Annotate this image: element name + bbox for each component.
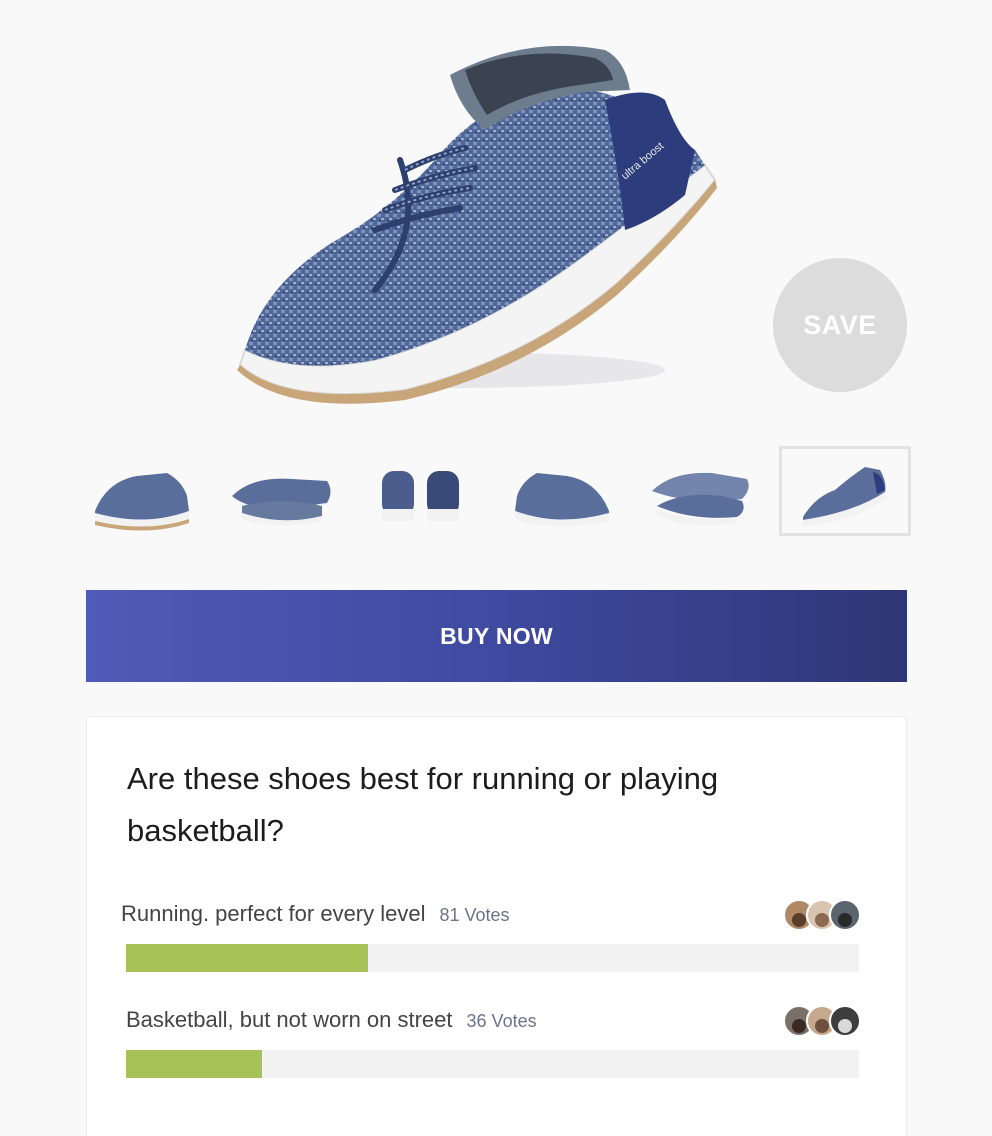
poll-option-label: Basketball, but not worn on street 36 Vot… [126, 1007, 537, 1033]
buy-now-button[interactable]: BUY NOW [86, 590, 907, 682]
sneaker-image: ultra boost [237, 45, 717, 404]
thumbnail-inner-view[interactable] [496, 446, 628, 536]
voter-avatars [783, 1005, 861, 1037]
poll-card: Are these shoes best for running or play… [86, 716, 907, 1136]
poll-progress-track [126, 944, 859, 972]
thumbnail-pair-view[interactable] [636, 446, 768, 536]
save-button[interactable]: SAVE [773, 258, 907, 392]
voter-avatars [783, 899, 861, 931]
thumbnail-top-view[interactable] [216, 446, 348, 536]
poll-question: Are these shoes best for running or play… [127, 761, 719, 848]
vote-count: 36 Votes [466, 1011, 537, 1031]
thumbnail-strip [76, 446, 916, 536]
poll-option-label: Running. perfect for every level 81 Votes [121, 901, 510, 927]
product-hero: ultra boost SAVE [0, 0, 992, 430]
thumbnail-angle-view[interactable] [779, 446, 911, 536]
poll-option-text: Running. perfect for every level [121, 901, 426, 926]
poll-progress-fill [126, 1050, 262, 1078]
thumbnail-side-view[interactable] [76, 446, 208, 536]
poll-option-running[interactable]: Running. perfect for every level 81 Votes [121, 899, 861, 991]
thumbnail-back-view[interactable] [356, 446, 488, 536]
product-page: ultra boost SAVE BUY NOW Are these shoes… [0, 0, 992, 1136]
poll-progress-track [126, 1050, 859, 1078]
poll-option-basketball[interactable]: Basketball, but not worn on street 36 Vot… [121, 1005, 861, 1097]
vote-count: 81 Votes [439, 905, 510, 925]
poll-option-text: Basketball, but not worn on street [126, 1007, 453, 1032]
avatar [829, 1005, 861, 1037]
poll-progress-fill [126, 944, 368, 972]
avatar [829, 899, 861, 931]
